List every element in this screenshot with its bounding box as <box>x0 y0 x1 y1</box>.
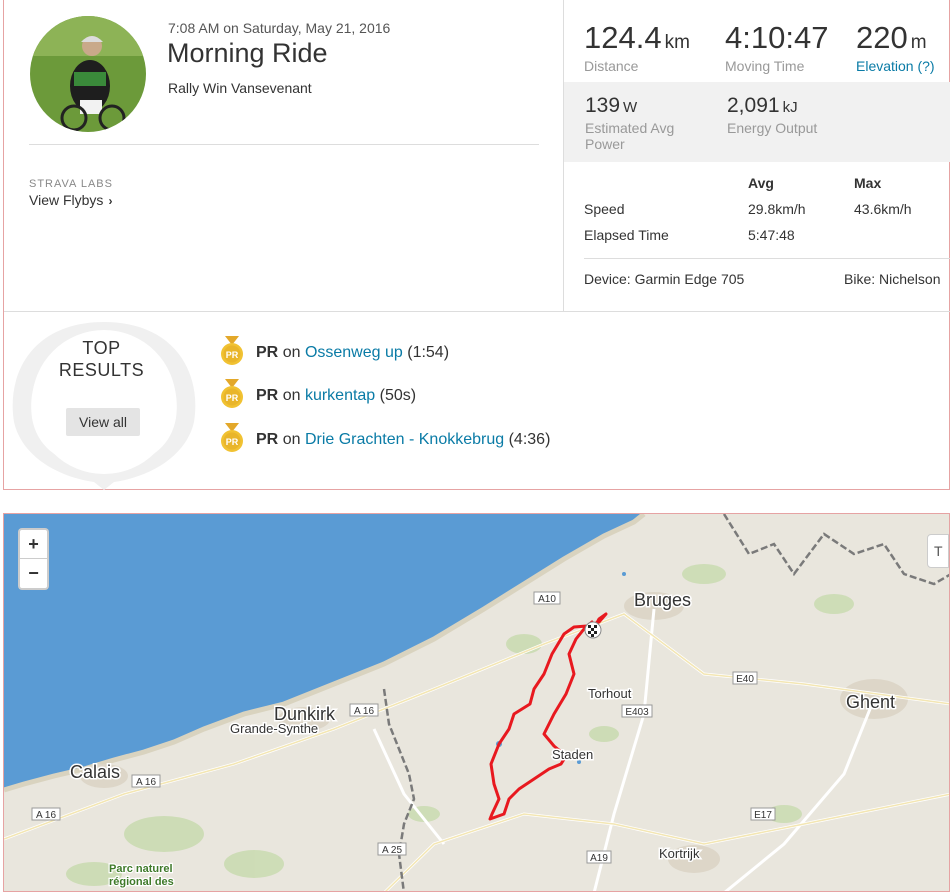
road-label: A19 <box>590 853 608 864</box>
park-label: Parc naturel <box>109 863 173 875</box>
power-energy-box: 139 W Estimated Avg Power 2,091 kJ Energy … <box>564 82 950 162</box>
activity-description: Rally Win Vansevenant <box>168 80 312 96</box>
power-label: Estimated Avg Power <box>585 120 675 152</box>
park-label: régional des <box>109 876 174 888</box>
distance-stat: 124.4 km Distance <box>584 20 690 74</box>
pr-medal-text: PR <box>226 350 239 360</box>
pr-badge: PR <box>256 344 279 362</box>
road-label: A10 <box>538 594 556 605</box>
pr-medal-icon: PR <box>221 379 243 408</box>
activity-header: 7:08 AM on Saturday, May 21, 2016 Mornin… <box>4 0 564 312</box>
speed-avg: 29.8km/h <box>748 201 806 217</box>
map-type-control[interactable]: T <box>927 534 949 568</box>
pr-result-item: PR PR on kurkentap (50s) <box>220 379 417 409</box>
road-label: A 16 <box>36 810 56 821</box>
pr-on-text: on <box>282 344 301 362</box>
segment-link-ossenweg-up[interactable]: Ossenweg up <box>305 344 403 361</box>
zoom-in-button[interactable]: + <box>20 530 47 559</box>
strava-labs-label: STRAVA LABS <box>29 178 113 190</box>
top-results-title: TOP RESULTS <box>44 337 159 381</box>
city-label: Grande-Synthe <box>230 721 318 736</box>
map-canvas[interactable]: A10 E40 E403 A 16 A 16 A 16 E17 A 25 A19… <box>4 514 950 892</box>
zoom-control: + − <box>18 528 49 590</box>
distance-unit: km <box>664 32 690 53</box>
top-results-section: TOP RESULTS View all PR PR on Ossenweg up … <box>4 312 950 490</box>
chevron-right-icon: › <box>108 194 113 208</box>
view-flybys-link[interactable]: View Flybys › <box>29 192 112 208</box>
speed-max: 43.6km/h <box>854 201 912 217</box>
pr-time: (4:36) <box>508 431 551 449</box>
road-label: A 16 <box>354 706 374 717</box>
moving-time-stat: 4:10:47 Moving Time <box>725 20 828 74</box>
pr-medal-icon: PR <box>221 423 243 452</box>
athlete-avatar[interactable] <box>30 16 146 132</box>
moving-time-value: 4:10:47 <box>725 20 829 55</box>
road-label: A 25 <box>382 845 402 856</box>
city-label: Torhout <box>588 686 632 701</box>
moving-time-label: Moving Time <box>725 58 805 74</box>
speed-label: Speed <box>584 201 625 217</box>
elevation-stat: 220 m Elevation (?) <box>856 20 935 74</box>
stats-panel: 124.4 km Distance 4:10:47 Moving Time 220… <box>564 0 950 312</box>
divider <box>584 258 950 259</box>
road-label: E17 <box>754 810 772 821</box>
power-unit: W <box>623 99 638 116</box>
top-results-title-line2: RESULTS <box>58 360 145 380</box>
power-value: 139 <box>585 94 621 117</box>
pr-result-item: PR PR on Ossenweg up (1:54) <box>220 336 450 366</box>
elevation-help-link[interactable]: Elevation (?) <box>856 58 935 74</box>
city-label: Staden <box>552 747 593 762</box>
divider <box>29 144 539 145</box>
pr-time: (1:54) <box>407 344 450 362</box>
city-label: Bruges <box>634 590 691 610</box>
city-label: Ghent <box>846 692 895 712</box>
pr-badge: PR <box>256 431 279 449</box>
pr-badge: PR <box>256 387 279 405</box>
segment-link-kurkentap[interactable]: kurkentap <box>305 387 375 404</box>
energy-value: 2,091 <box>727 94 780 117</box>
pr-medal-text: PR <box>226 393 239 403</box>
elevation-value: 220 <box>856 20 908 55</box>
pr-medal-icon: PR <box>221 336 243 365</box>
energy-label: Energy Output <box>727 120 818 136</box>
finish-marker-icon <box>584 621 602 639</box>
pr-result-item: PR PR on Drie Grachten - Knokkebrug (4:36… <box>220 423 551 453</box>
pr-on-text: on <box>282 431 301 449</box>
road-label: A 16 <box>136 777 156 788</box>
pr-time: (50s) <box>379 387 417 405</box>
activity-date: 7:08 AM on Saturday, May 21, 2016 <box>168 20 391 36</box>
pr-on-text: on <box>282 387 301 405</box>
energy-stat: 2,091 kJ Energy Output <box>727 94 817 136</box>
avg-header: Avg <box>748 175 774 191</box>
city-label: Kortrijk <box>659 846 700 861</box>
elevation-unit: m <box>910 32 927 53</box>
max-header: Max <box>854 175 882 191</box>
road-label: E40 <box>736 674 754 685</box>
pr-medal-text: PR <box>226 437 239 447</box>
energy-unit: kJ <box>782 99 798 116</box>
top-results-title-line1: TOP <box>82 338 121 358</box>
distance-label: Distance <box>584 58 639 74</box>
road-label: E403 <box>625 707 649 718</box>
activity-title: Morning Ride <box>167 38 328 68</box>
device-info: Device: Garmin Edge 705 <box>584 271 745 287</box>
segment-link-drie-grachten-knokkebrug[interactable]: Drie Grachten - Knokkebrug <box>305 431 504 448</box>
city-label: Calais <box>70 762 120 782</box>
zoom-out-button[interactable]: − <box>20 559 47 588</box>
route-map[interactable]: A10 E40 E403 A 16 A 16 A 16 E17 A 25 A19… <box>3 513 950 892</box>
distance-value: 124.4 <box>584 20 662 55</box>
view-all-button[interactable]: View all <box>66 408 140 436</box>
elapsed-time-label: Elapsed Time <box>584 227 669 243</box>
elapsed-time-avg: 5:47:48 <box>748 227 795 243</box>
view-flybys-label: View Flybys <box>29 192 104 208</box>
power-stat: 139 W Estimated Avg Power <box>585 94 705 152</box>
bike-info: Bike: Nichelson <box>844 271 941 287</box>
